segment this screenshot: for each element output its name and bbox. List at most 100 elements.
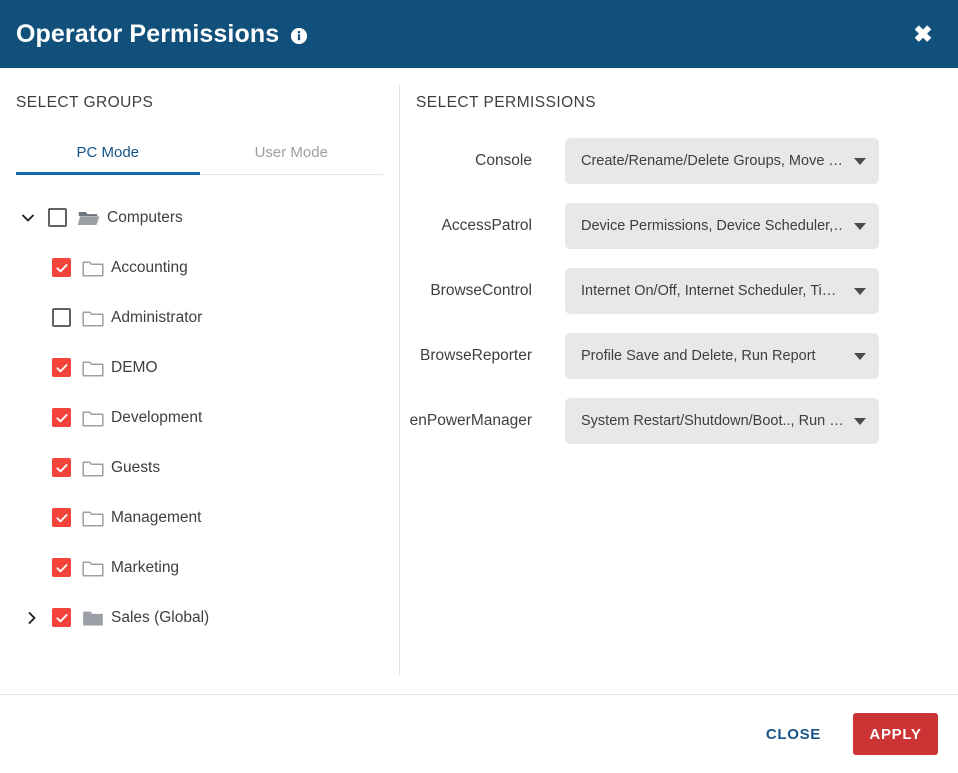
permission-label: enPowerManager <box>399 412 565 430</box>
select-groups-title: SELECT GROUPS <box>0 95 399 111</box>
permission-row: BrowseReporter Profile Save and Delete, R… <box>399 324 958 389</box>
tree-node-label: Management <box>111 509 201 527</box>
tree-node-label: Marketing <box>111 559 179 577</box>
folder-outline-icon <box>82 509 104 527</box>
tree-row[interactable]: Development <box>0 393 399 443</box>
folder-outline-icon <box>82 259 104 277</box>
dialog-body: SELECT GROUPS PC Mode User Mode Computer… <box>0 68 958 694</box>
select-groups-pane: SELECT GROUPS PC Mode User Mode Computer… <box>0 68 399 694</box>
check-icon <box>55 611 69 625</box>
permission-label: AccessPatrol <box>399 217 565 235</box>
tree-row[interactable]: Computers <box>0 193 399 243</box>
check-icon <box>55 411 69 425</box>
tree-node-label: Guests <box>111 459 160 477</box>
permission-select[interactable]: Create/Rename/Delete Groups, Move … <box>565 138 879 184</box>
chevron-down-icon[interactable] <box>854 418 866 425</box>
pane-divider <box>399 85 400 675</box>
folder-outline-icon <box>82 559 104 577</box>
tree-row[interactable]: DEMO <box>0 343 399 393</box>
group-checkbox[interactable] <box>52 408 71 427</box>
tree-row[interactable]: Management <box>0 493 399 543</box>
permission-select-value: Device Permissions, Device Scheduler,… <box>581 218 844 234</box>
select-permissions-pane: SELECT PERMISSIONS Console Create/Rename/… <box>399 68 958 694</box>
group-checkbox[interactable] <box>52 308 71 327</box>
folder-outline-icon <box>82 509 104 527</box>
group-checkbox[interactable] <box>52 358 71 377</box>
chevron-down-icon[interactable] <box>16 206 40 230</box>
permission-select[interactable]: Internet On/Off, Internet Scheduler, Ti… <box>565 268 879 314</box>
folder-outline-icon <box>82 309 104 327</box>
tree-node-label: DEMO <box>111 359 158 377</box>
folder-outline-icon <box>82 309 104 327</box>
group-checkbox[interactable] <box>52 458 71 477</box>
permission-select-value: System Restart/Shutdown/Boot.., Run … <box>581 413 844 429</box>
permission-select[interactable]: Profile Save and Delete, Run Report <box>565 333 879 379</box>
folder-open-filled-icon <box>78 209 100 227</box>
tree-node-label: Computers <box>107 209 183 227</box>
folder-outline-icon <box>82 359 104 377</box>
permission-select[interactable]: Device Permissions, Device Scheduler,… <box>565 203 879 249</box>
chevron-down-icon[interactable] <box>854 353 866 360</box>
close-button[interactable]: CLOSE <box>752 716 835 753</box>
check-icon <box>55 461 69 475</box>
check-icon <box>55 261 69 275</box>
tree-row[interactable]: Accounting <box>0 243 399 293</box>
group-checkbox[interactable] <box>52 258 71 277</box>
check-icon <box>55 361 69 375</box>
folder-closed-filled-icon <box>82 609 104 627</box>
select-permissions-title: SELECT PERMISSIONS <box>399 95 958 111</box>
permission-label: BrowseReporter <box>399 347 565 365</box>
tree-row[interactable]: Sales (Global) <box>0 593 399 643</box>
dialog-header: Operator Permissions ✖ <box>0 0 958 68</box>
group-checkbox[interactable] <box>48 208 67 227</box>
permission-row: AccessPatrol Device Permissions, Device S… <box>399 194 958 259</box>
permission-label: Console <box>399 152 565 170</box>
tree-node-label: Development <box>111 409 202 427</box>
chevron-down-icon[interactable] <box>854 223 866 230</box>
apply-button[interactable]: APPLY <box>853 713 938 755</box>
tab-user-mode[interactable]: User Mode <box>200 133 384 174</box>
mode-tabs: PC Mode User Mode <box>16 133 383 175</box>
tree-node-label: Accounting <box>111 259 188 277</box>
permission-label: BrowseControl <box>399 282 565 300</box>
permission-select-value: Create/Rename/Delete Groups, Move … <box>581 153 844 169</box>
tree-row[interactable]: Administrator <box>0 293 399 343</box>
tree-node-label: Sales (Global) <box>111 609 209 627</box>
folder-outline-icon <box>82 409 104 427</box>
folder-closed-filled-icon <box>82 609 104 627</box>
folder-outline-icon <box>82 259 104 277</box>
folder-outline-icon <box>82 359 104 377</box>
group-tree: Computers Accounting Administrator DEMO Deve… <box>0 193 399 653</box>
close-icon[interactable]: ✖ <box>908 19 938 49</box>
permission-select-value: Profile Save and Delete, Run Report <box>581 348 844 364</box>
tree-row[interactable]: Marketing <box>0 543 399 593</box>
group-checkbox[interactable] <box>52 508 71 527</box>
tab-pc-mode[interactable]: PC Mode <box>16 133 200 174</box>
chevron-down-icon[interactable] <box>854 158 866 165</box>
folder-outline-icon <box>82 409 104 427</box>
permission-row: Console Create/Rename/Delete Groups, Move… <box>399 129 958 194</box>
chevron-down-icon <box>19 209 37 227</box>
permission-select-value: Internet On/Off, Internet Scheduler, Ti… <box>581 283 844 299</box>
tree-node-label: Administrator <box>111 309 202 327</box>
operator-permissions-dialog: Operator Permissions ✖ SELECT GROUPS PC … <box>0 0 958 773</box>
info-icon[interactable] <box>291 28 307 44</box>
permission-row: BrowseControl Internet On/Off, Internet S… <box>399 259 958 324</box>
check-icon <box>55 561 69 575</box>
folder-outline-icon <box>82 459 104 477</box>
tree-row[interactable]: Guests <box>0 443 399 493</box>
group-checkbox[interactable] <box>52 608 71 627</box>
permissions-list: Console Create/Rename/Delete Groups, Move… <box>399 129 958 454</box>
dialog-title: Operator Permissions <box>16 22 279 47</box>
dialog-footer: CLOSE APPLY <box>0 694 958 773</box>
chevron-right-icon[interactable] <box>20 606 44 630</box>
permission-row: enPowerManager System Restart/Shutdown/Bo… <box>399 389 958 454</box>
group-checkbox[interactable] <box>52 558 71 577</box>
folder-outline-icon <box>82 459 104 477</box>
check-icon <box>55 511 69 525</box>
permission-select[interactable]: System Restart/Shutdown/Boot.., Run … <box>565 398 879 444</box>
folder-open-filled-icon <box>78 209 100 227</box>
chevron-down-icon[interactable] <box>854 288 866 295</box>
chevron-right-icon <box>23 609 41 627</box>
folder-outline-icon <box>82 559 104 577</box>
